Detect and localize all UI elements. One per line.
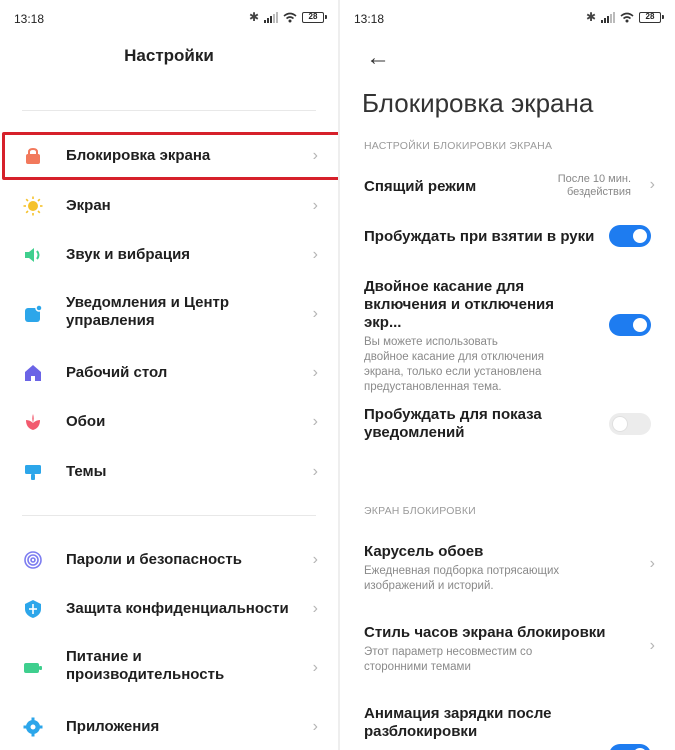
bluetooth-icon: ✱ bbox=[248, 10, 259, 24]
double-tap-toggle[interactable] bbox=[609, 314, 651, 336]
chevron-right-icon: › bbox=[312, 364, 318, 381]
wake-notifications-row: Пробуждать для показа уведомлений bbox=[364, 406, 595, 442]
status-time: 13:18 bbox=[354, 12, 385, 26]
menu-item-label: Уведомления и Центр управления bbox=[66, 294, 230, 329]
clock-style-row[interactable]: Стиль часов экрана блокировки Этот парам… bbox=[364, 624, 631, 675]
row-title-line2: разблокировки bbox=[364, 723, 478, 740]
row-title-line2: уведомлений bbox=[364, 424, 465, 441]
chevron-right-icon: › bbox=[312, 413, 318, 430]
row-subtitle-line1: Этот параметр несовместим со bbox=[364, 646, 533, 658]
row-title: Пробуждать при взятии в руки bbox=[364, 228, 595, 245]
row-title-line1: Анимация зарядки после bbox=[364, 705, 552, 722]
sleep-value-line1: После 10 мин. bbox=[557, 173, 631, 185]
highlight-frame bbox=[2, 132, 338, 180]
settings-screen: 13:18 ✱ 28 Настройки Блокировка экрана ›… bbox=[0, 0, 338, 750]
chevron-right-icon: › bbox=[649, 176, 655, 193]
gear-icon bbox=[22, 716, 44, 738]
chevron-right-icon: › bbox=[312, 718, 318, 735]
toggle-knob bbox=[633, 318, 647, 332]
row-title-line1: Пробуждать для показа bbox=[364, 406, 542, 423]
status-bar: 13:18 ✱ 28 bbox=[0, 0, 338, 36]
chevron-right-icon: › bbox=[312, 246, 318, 263]
sleep-value-line2: бездействия bbox=[566, 186, 631, 198]
menu-item-label: Темы bbox=[66, 463, 107, 480]
menu-item-notifications[interactable]: Уведомления и Центр управления › bbox=[0, 294, 338, 329]
menu-item-label: Рабочий стол bbox=[66, 364, 168, 381]
back-arrow-icon[interactable]: ← bbox=[366, 44, 390, 72]
row-title: Карусель обоев bbox=[364, 543, 484, 560]
menu-item-label: Защита конфиденциальности bbox=[66, 600, 289, 617]
section-header: НАСТРОЙКИ БЛОКИРОВКИ ЭКРАНА bbox=[364, 140, 553, 152]
notification-icon bbox=[22, 303, 44, 325]
menu-item-wallpaper[interactable]: Обои › bbox=[0, 411, 338, 433]
menu-item-label: Пароли и безопасность bbox=[66, 551, 242, 568]
menu-item-privacy[interactable]: Защита конфиденциальности › bbox=[0, 598, 338, 620]
signal-icon bbox=[264, 11, 278, 23]
wake-notifications-toggle[interactable] bbox=[609, 413, 651, 435]
fingerprint-icon bbox=[22, 549, 44, 571]
row-title-line1: Двойное касание для bbox=[364, 278, 525, 295]
row-title-line2: включения и отключения экр... bbox=[364, 296, 554, 331]
chevron-right-icon: › bbox=[312, 659, 318, 676]
page-title: Блокировка экрана bbox=[362, 88, 594, 118]
row-subtitle-line1: Вы можете использовать bbox=[364, 336, 498, 348]
menu-item-display[interactable]: Экран › bbox=[0, 195, 338, 217]
wifi-icon bbox=[620, 12, 634, 22]
menu-item-themes[interactable]: Темы › bbox=[0, 461, 338, 483]
battery-indicator: 28 bbox=[639, 11, 664, 23]
menu-item-home-screen[interactable]: Рабочий стол › bbox=[0, 362, 338, 384]
shield-icon bbox=[22, 598, 44, 620]
wifi-icon bbox=[283, 12, 297, 22]
divider bbox=[22, 110, 316, 111]
battery-indicator: 28 bbox=[302, 11, 327, 23]
wake-on-lift-toggle[interactable] bbox=[609, 225, 651, 247]
chevron-right-icon: › bbox=[312, 551, 318, 568]
double-tap-row: Двойное касание для включения и отключен… bbox=[364, 278, 595, 395]
row-title: Стиль часов экрана блокировки bbox=[364, 624, 606, 641]
wake-on-lift-row: Пробуждать при взятии в руки bbox=[364, 228, 595, 246]
divider bbox=[22, 515, 316, 516]
chevron-right-icon: › bbox=[649, 637, 655, 654]
row-subtitle-line3: экрана, только если установлена bbox=[364, 366, 542, 378]
status-time: 13:18 bbox=[14, 12, 45, 26]
chevron-right-icon: › bbox=[312, 463, 318, 480]
row-subtitle-line2: двойное касание для отключения bbox=[364, 351, 544, 363]
chevron-right-icon: › bbox=[312, 197, 318, 214]
row-subtitle-line2: сторонними темами bbox=[364, 661, 471, 673]
section-header: ЭКРАН БЛОКИРОВКИ bbox=[364, 505, 476, 517]
chevron-right-icon: › bbox=[312, 305, 318, 322]
charge-animation-row: Анимация зарядки после разблокировки bbox=[364, 705, 595, 741]
row-subtitle-line2: изображений и историй. bbox=[364, 580, 494, 592]
page-title: Настройки bbox=[124, 46, 214, 65]
menu-item-passwords-security[interactable]: Пароли и безопасность › bbox=[0, 549, 338, 571]
row-subtitle-line1: Ежедневная подборка потрясающих bbox=[364, 565, 560, 577]
menu-item-battery-performance[interactable]: Питание и производительность › bbox=[0, 648, 338, 683]
menu-item-sound[interactable]: Звук и вибрация › bbox=[0, 244, 338, 266]
menu-item-label: Питание и производительность bbox=[66, 648, 225, 683]
chevron-right-icon: › bbox=[649, 555, 655, 572]
battery-icon bbox=[22, 657, 44, 679]
sleep-value: После 10 мин. бездействия bbox=[558, 173, 631, 199]
menu-item-label: Звук и вибрация bbox=[66, 246, 191, 263]
bluetooth-icon: ✱ bbox=[585, 10, 596, 24]
speaker-icon bbox=[22, 244, 44, 266]
wallpaper-carousel-row[interactable]: Карусель обоев Ежедневная подборка потря… bbox=[364, 543, 631, 594]
flower-icon bbox=[22, 411, 44, 433]
row-subtitle-line4: предустановленная тема. bbox=[364, 381, 502, 393]
chevron-right-icon: › bbox=[312, 600, 318, 617]
toggle-knob bbox=[633, 229, 647, 243]
sun-icon bbox=[22, 195, 44, 217]
lock-screen-settings: 13:18 ✱ 28 ← Блокировка экрана НАСТРОЙКИ… bbox=[338, 0, 675, 750]
status-bar: 13:18 ✱ 28 bbox=[340, 0, 675, 36]
signal-icon bbox=[601, 11, 615, 23]
charge-animation-toggle[interactable] bbox=[609, 744, 651, 750]
menu-item-label: Обои bbox=[66, 413, 106, 430]
menu-item-apps[interactable]: Приложения › bbox=[0, 716, 338, 738]
menu-item-label: Экран bbox=[66, 197, 111, 214]
home-icon bbox=[22, 362, 44, 384]
menu-item-label: Приложения bbox=[66, 718, 160, 735]
toggle-knob bbox=[613, 417, 627, 431]
brush-icon bbox=[22, 461, 44, 483]
